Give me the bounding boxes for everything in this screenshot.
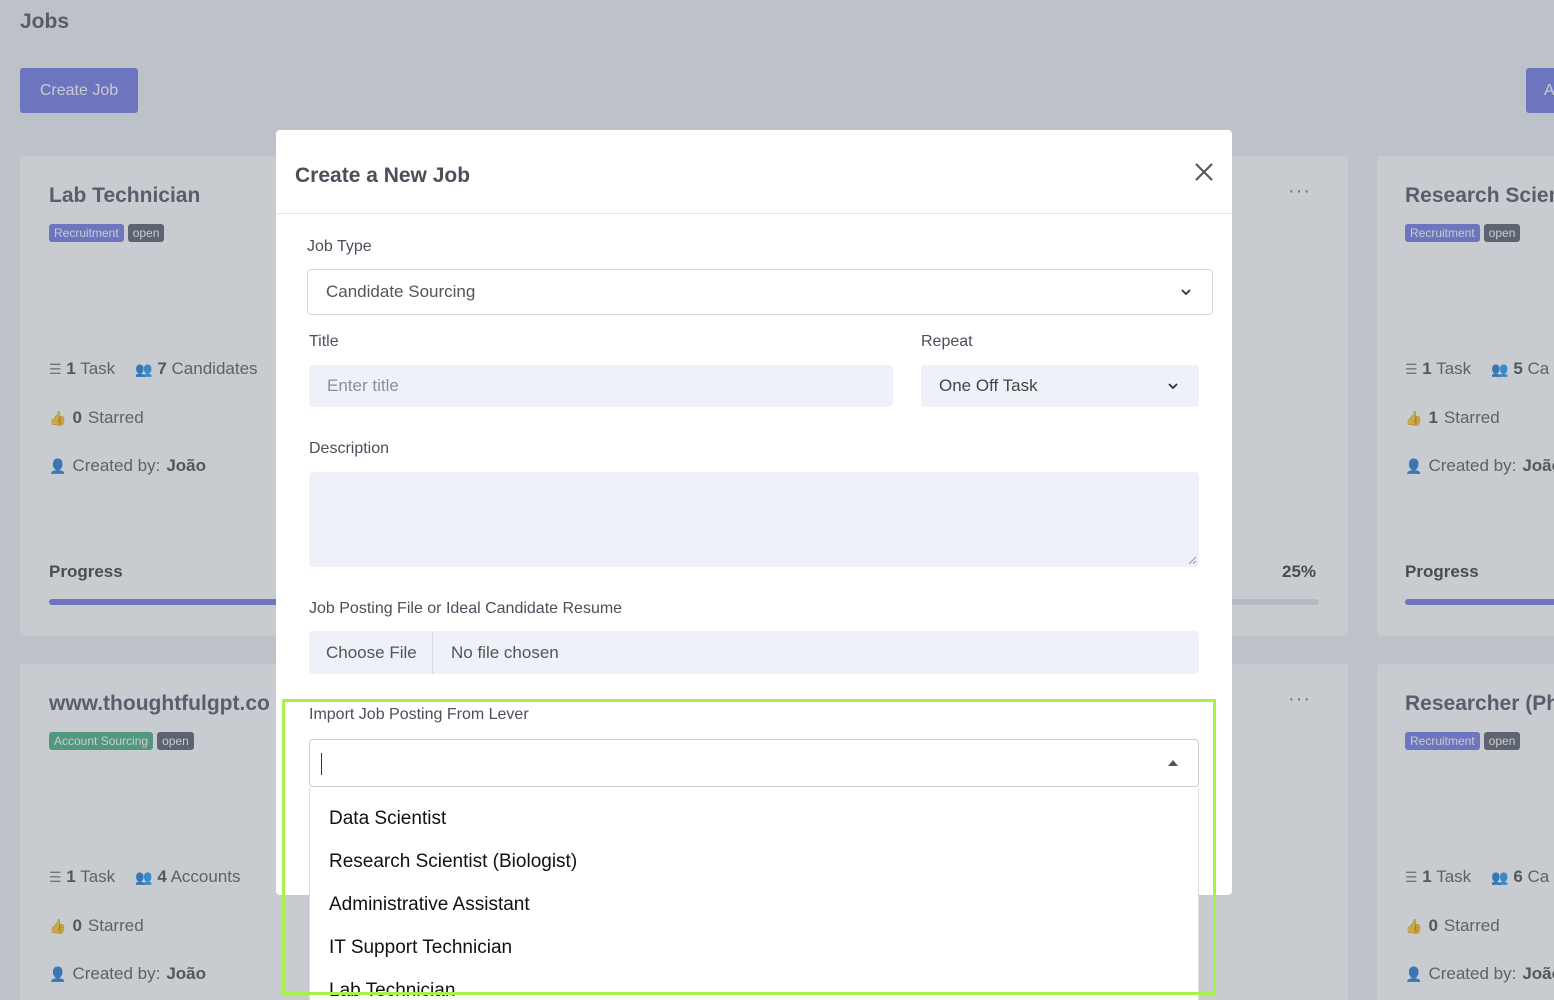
description-textarea[interactable]	[309, 472, 1199, 567]
text-cursor	[321, 753, 322, 775]
title-input[interactable]: Enter title	[309, 365, 893, 407]
choose-file-button[interactable]: Choose File	[309, 631, 433, 674]
description-label: Description	[309, 440, 390, 457]
lever-option[interactable]: Data Scientist	[310, 797, 1198, 840]
chevron-down-icon	[1181, 289, 1191, 296]
file-status: No file chosen	[451, 642, 559, 662]
file-label: Job Posting File or Ideal Candidate Resu…	[309, 600, 623, 617]
repeat-label: Repeat	[921, 333, 973, 350]
file-input[interactable]: Choose File No file chosen	[309, 631, 1199, 674]
modal-title: Create a New Job	[295, 164, 471, 187]
job-type-select[interactable]: Candidate Sourcing	[307, 269, 1213, 315]
chevron-down-icon	[1168, 383, 1178, 390]
lever-import-label: Import Job Posting From Lever	[309, 706, 529, 723]
resize-handle-icon[interactable]	[1187, 555, 1197, 565]
lever-option[interactable]: Research Scientist (Biologist)	[310, 840, 1198, 883]
modal-header: Create a New Job	[276, 130, 1232, 214]
lever-option[interactable]: Lab Technician	[310, 969, 1198, 1000]
job-type-label: Job Type	[307, 238, 372, 255]
close-icon[interactable]	[1193, 161, 1215, 183]
lever-option[interactable]: IT Support Technician	[310, 926, 1198, 969]
caret-up-icon[interactable]	[1168, 760, 1178, 766]
lever-options-list: Data Scientist Research Scientist (Biolo…	[309, 788, 1199, 1000]
lever-option[interactable]: Administrative Assistant	[310, 883, 1198, 926]
lever-import-combobox[interactable]	[309, 739, 1199, 787]
title-label: Title	[309, 333, 339, 350]
repeat-select[interactable]: One Off Task	[921, 365, 1199, 407]
